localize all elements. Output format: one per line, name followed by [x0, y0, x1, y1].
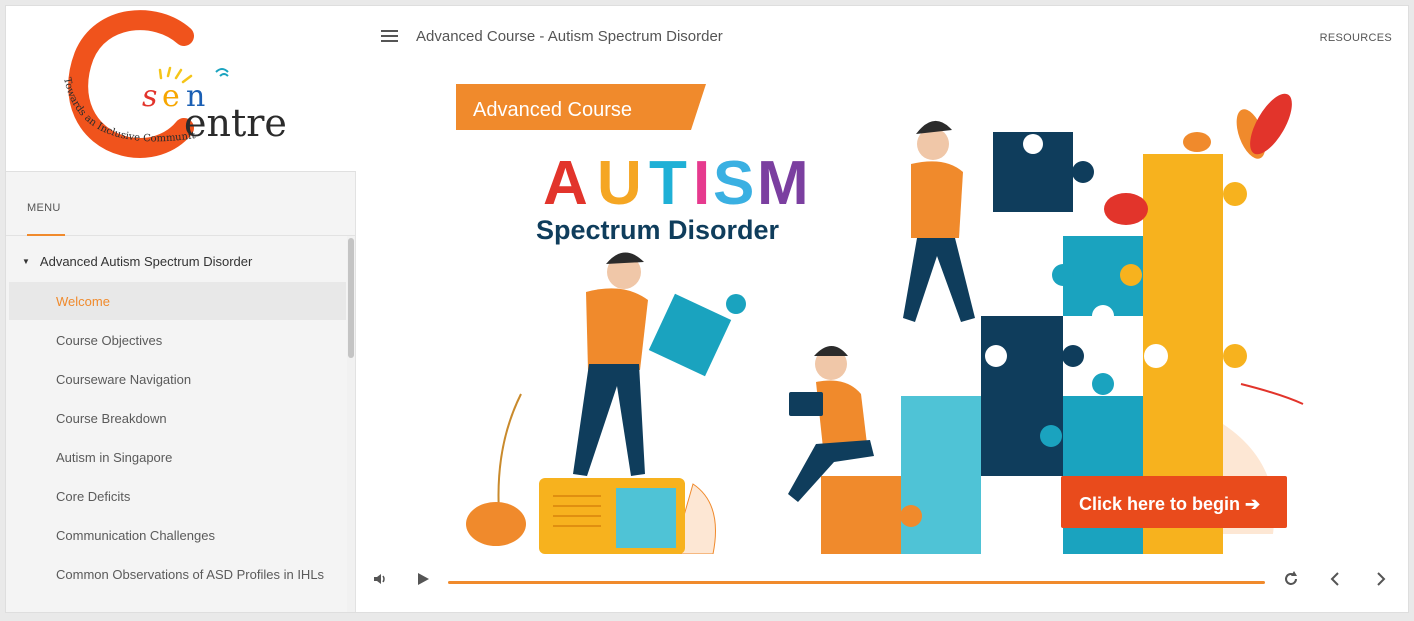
- sidebar-scrollbar[interactable]: [347, 236, 355, 612]
- autism-letter-s: S: [713, 149, 754, 218]
- scrollbar-thumb[interactable]: [348, 238, 354, 358]
- play-icon[interactable]: [414, 570, 432, 593]
- menu-item-label: Core Deficits: [56, 488, 131, 504]
- player-controls: [356, 562, 1408, 602]
- logo-s: s: [142, 79, 157, 114]
- menu-item-autism-in-singapore[interactable]: Autism in Singapore: [9, 438, 346, 476]
- slide: Advanced Course A U T I S M Spectrum Dis…: [411, 64, 1359, 554]
- menu-item-label: Course Objectives: [56, 332, 163, 348]
- hamburger-menu-icon[interactable]: [381, 30, 398, 44]
- chevron-left-icon[interactable]: [1326, 570, 1344, 593]
- autism-letter-i: I: [693, 149, 710, 218]
- chevron-right-icon[interactable]: [1372, 570, 1390, 593]
- light-teal-piece: [901, 396, 981, 554]
- menu-item-course-objectives[interactable]: Course Objectives: [9, 321, 346, 359]
- menu-header: MENU: [6, 172, 356, 236]
- menu-section-label: Advanced Autism Spectrum Disorder: [39, 253, 253, 269]
- teal-piece-bottom: [1063, 396, 1143, 554]
- main-content: Advanced Course - Autism Spectrum Disord…: [356, 6, 1408, 612]
- logo-e: e: [162, 79, 180, 114]
- autism-letter-a: A: [543, 149, 588, 218]
- menu-tree: ▼ Advanced Autism Spectrum Disorder Welc…: [6, 236, 356, 612]
- menu-item-courseware-navigation[interactable]: Courseware Navigation: [9, 360, 346, 398]
- click-here-to-begin-button[interactable]: Click here to begin ➔: [1061, 476, 1287, 528]
- caret-down-icon: ▼: [22, 256, 30, 266]
- player-frame: s e n entre Towards an Inclusive Communi…: [5, 5, 1409, 613]
- resources-button[interactable]: RESOURCES: [1320, 32, 1392, 44]
- course-title: Advanced Course - Autism Spectrum Disord…: [416, 28, 723, 45]
- menu-item-communication-challenges[interactable]: Communication Challenges: [9, 516, 346, 554]
- orange-block: [821, 476, 901, 554]
- navy-column: [981, 316, 1063, 476]
- autism-letter-t: T: [649, 149, 687, 218]
- sidebar: s e n entre Towards an Inclusive Communi…: [6, 6, 356, 612]
- volume-icon[interactable]: [372, 570, 390, 593]
- progress-bar[interactable]: [448, 581, 1265, 584]
- menu-item-label: Common Observations of ASD Profiles in I…: [56, 566, 325, 582]
- menu-item-core-deficits[interactable]: Core Deficits: [9, 477, 346, 515]
- banner-text: Advanced Course: [473, 99, 632, 121]
- menu-item-label: Communication Challenges: [56, 527, 215, 543]
- autism-letter-m: M: [757, 149, 809, 218]
- top-bar: Advanced Course - Autism Spectrum Disord…: [356, 6, 1408, 66]
- replay-icon[interactable]: [1282, 570, 1300, 593]
- logo-area: s e n entre Towards an Inclusive Communi…: [6, 6, 356, 172]
- sen-centre-logo: s e n entre Towards an Inclusive Communi…: [6, 6, 287, 158]
- menu-item-label: Autism in Singapore: [56, 449, 173, 465]
- menu-item-course-breakdown[interactable]: Course Breakdown: [9, 399, 346, 437]
- logo-entre: entre: [184, 101, 287, 145]
- menu-item-label: Course Breakdown: [56, 410, 167, 426]
- menu-label: MENU: [27, 202, 61, 214]
- menu-item-label: Welcome: [56, 293, 110, 309]
- slide-illustration: Advanced Course A U T I S M Spectrum Dis…: [456, 84, 1304, 554]
- subtitle-text: Spectrum Disorder: [536, 215, 780, 245]
- autism-letter-u: U: [597, 149, 642, 218]
- cta-label: Click here to begin ➔: [1079, 494, 1260, 514]
- menu-section-advanced-asd[interactable]: ▼ Advanced Autism Spectrum Disorder: [6, 246, 346, 276]
- menu-item-common-observations[interactable]: Common Observations of ASD Profiles in I…: [9, 555, 346, 593]
- menu-item-label: Courseware Navigation: [56, 371, 192, 387]
- menu-item-welcome[interactable]: Welcome: [9, 282, 346, 320]
